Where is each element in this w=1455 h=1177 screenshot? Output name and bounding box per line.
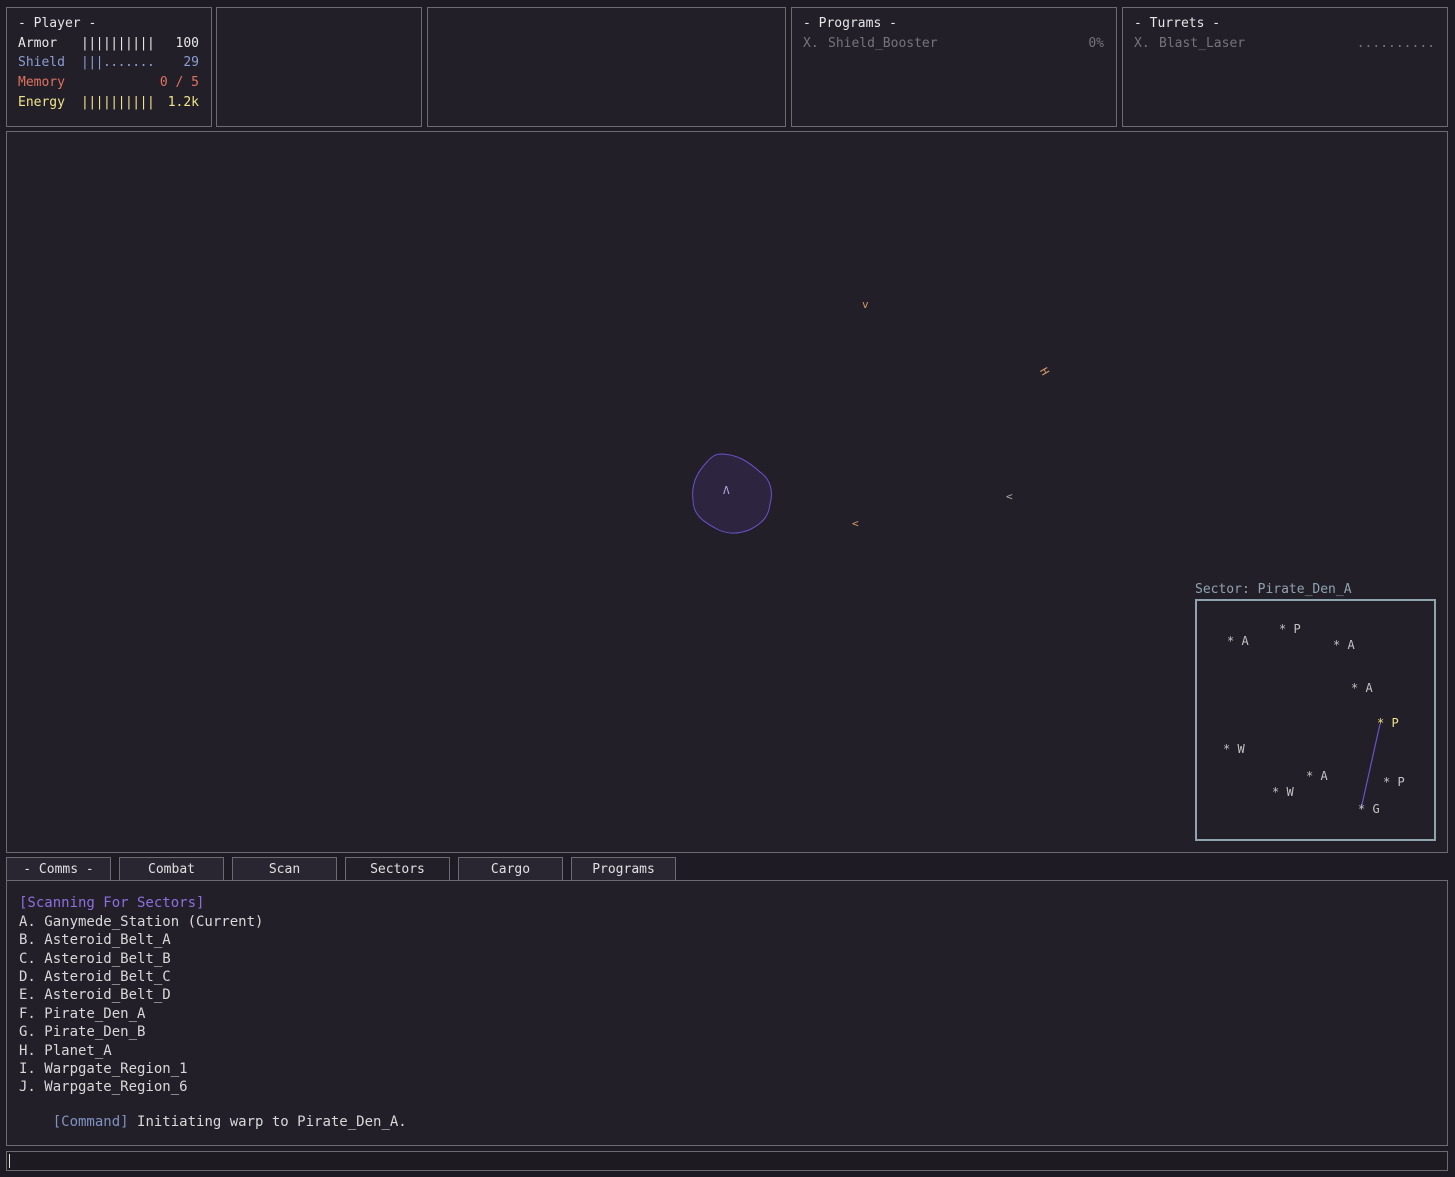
program-name: Shield_Booster — [828, 36, 938, 51]
tab-combat-label: Combat — [148, 862, 195, 877]
enemy-ship-3[interactable]: < — [1006, 490, 1013, 503]
tab-scan[interactable]: Scan — [232, 857, 337, 880]
program-value: 0% — [1088, 36, 1104, 51]
turrets-panel-title: - Turrets - — [1134, 16, 1221, 31]
turret-name: Blast_Laser — [1159, 36, 1246, 51]
minimap-node-p3[interactable]: * P — [1383, 775, 1405, 789]
armor-label: Armor — [18, 36, 58, 51]
minimap-node-a2[interactable]: * A — [1333, 638, 1355, 652]
program-key: X. — [803, 36, 819, 51]
memory-stat: Memory 0 / 5 — [18, 75, 199, 93]
sector-list-item[interactable]: I. Warpgate_Region_1 — [19, 1061, 188, 1077]
sectors-log: [Scanning For Sectors] A. Ganymede_Stati… — [6, 880, 1448, 1146]
space-viewport[interactable]: Λ v H < < Sector: Pirate_Den_A * A * P *… — [6, 131, 1448, 853]
minimap-node-p1[interactable]: * P — [1279, 622, 1301, 636]
tab-scan-label: Scan — [268, 862, 301, 877]
player-ship[interactable]: Λ — [723, 484, 730, 497]
turret-key: X. — [1134, 36, 1150, 51]
armor-value: 100 — [175, 36, 199, 51]
memory-value: 0 / 5 — [159, 75, 199, 90]
tab-programs[interactable]: Programs — [571, 857, 676, 880]
enemy-ship-4[interactable]: < — [852, 517, 859, 530]
command-input-bar[interactable] — [6, 1151, 1448, 1171]
energy-bar: |||||||||| — [81, 95, 155, 110]
sector-list-item[interactable]: D. Asteroid_Belt_C — [19, 969, 171, 985]
sector-minimap[interactable]: * A * P * A * A * P * W * A * P * W * G — [1195, 599, 1436, 841]
tab-comms-label: - Comms - — [23, 862, 94, 877]
armor-stat: Armor |||||||||| 100 — [18, 36, 199, 54]
minimap-node-w2[interactable]: * W — [1272, 785, 1294, 799]
energy-stat: Energy |||||||||| 1.2k — [18, 95, 199, 113]
shield-label: Shield — [18, 55, 65, 70]
turrets-panel: - Turrets - X. Blast_Laser .......... — [1122, 7, 1448, 127]
sector-list-item[interactable]: H. Planet_A — [19, 1043, 112, 1059]
minimap-node-g[interactable]: * G — [1358, 802, 1380, 816]
shield-stat: Shield |||....... 29 — [18, 55, 199, 73]
enemy-ship-1[interactable]: v — [862, 298, 869, 311]
tab-programs-label: Programs — [592, 862, 655, 877]
sector-list-item[interactable]: B. Asteroid_Belt_A — [19, 932, 171, 948]
tab-sectors-label: Sectors — [370, 862, 425, 877]
minimap-node-a4[interactable]: * A — [1306, 769, 1328, 783]
turret-item[interactable]: X. Blast_Laser .......... — [1134, 36, 1435, 54]
player-shield-blob[interactable] — [692, 453, 772, 534]
minimap-node-w1[interactable]: * W — [1223, 742, 1245, 756]
sector-list-item[interactable]: G. Pirate_Den_B — [19, 1024, 145, 1040]
energy-label: Energy — [18, 95, 65, 110]
player-panel: - Player - Armor |||||||||| 100 Shield |… — [6, 7, 212, 127]
tab-comms[interactable]: - Comms - — [6, 857, 111, 880]
armor-bar: |||||||||| — [81, 36, 155, 51]
sector-list-item[interactable]: E. Asteroid_Belt_D — [19, 987, 171, 1003]
command-text: Initiating warp to Pirate_Den_A. — [137, 1114, 407, 1130]
log-header: [Scanning For Sectors] — [19, 895, 205, 911]
minimap-node-p-current[interactable]: * P — [1377, 716, 1399, 730]
sector-label: Sector: Pirate_Den_A — [1195, 582, 1352, 597]
sector-list-item[interactable]: J. Warpgate_Region_6 — [19, 1079, 188, 1095]
program-item[interactable]: X. Shield_Booster 0% — [803, 36, 1104, 54]
empty-panel-1 — [216, 7, 422, 127]
energy-value: 1.2k — [167, 95, 199, 110]
tab-combat[interactable]: Combat — [119, 857, 224, 880]
tab-sectors[interactable]: Sectors — [345, 857, 450, 882]
sector-list-item[interactable]: A. Ganymede_Station (Current) — [19, 914, 263, 930]
minimap-node-a1[interactable]: * A — [1227, 634, 1249, 648]
empty-panel-2 — [427, 7, 786, 127]
minimap-node-a3[interactable]: * A — [1351, 681, 1373, 695]
player-panel-title: - Player - — [18, 16, 97, 31]
programs-panel-title: - Programs - — [803, 16, 897, 31]
turret-charge: .......... — [1356, 36, 1435, 51]
memory-label: Memory — [18, 75, 65, 90]
command-tag: [Command] — [52, 1114, 129, 1130]
shield-bar: |||....... — [81, 55, 155, 70]
shield-value: 29 — [183, 55, 199, 70]
text-cursor — [9, 1154, 10, 1168]
programs-panel: - Programs - X. Shield_Booster 0% — [791, 7, 1117, 127]
sector-list-item[interactable]: F. Pirate_Den_A — [19, 1006, 145, 1022]
sector-list-item[interactable]: C. Asteroid_Belt_B — [19, 951, 171, 967]
tab-cargo[interactable]: Cargo — [458, 857, 563, 880]
command-log-line: [Command] Initiating warp to Pirate_Den_… — [19, 1098, 407, 1146]
tab-cargo-label: Cargo — [490, 862, 531, 877]
